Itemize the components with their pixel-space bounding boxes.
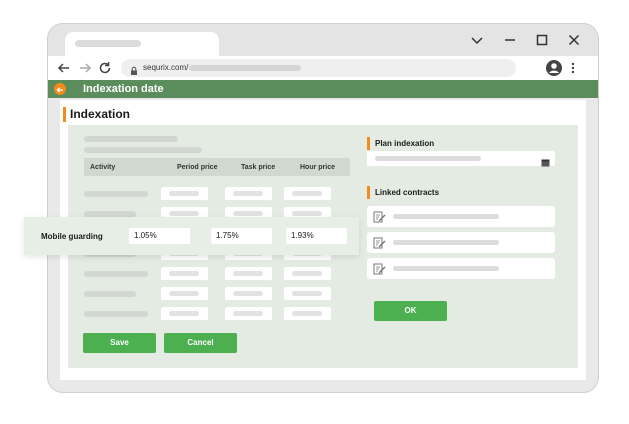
price-placeholder — [292, 311, 322, 316]
hour-price-input[interactable]: 1.93% — [286, 228, 347, 244]
account-icon[interactable] — [545, 59, 563, 77]
column-header-task-price: Task price — [241, 164, 276, 171]
forward-arrow-icon[interactable] — [76, 59, 94, 77]
activity-placeholder — [84, 191, 148, 197]
price-placeholder — [292, 271, 322, 276]
column-header-period-price: Period price — [177, 164, 218, 171]
calendar-icon[interactable] — [541, 154, 550, 167]
date-placeholder — [375, 156, 481, 161]
contract-item[interactable] — [367, 258, 555, 279]
activity-placeholder — [84, 291, 136, 297]
price-placeholder — [292, 291, 322, 296]
save-button[interactable]: Save — [83, 333, 156, 353]
table-header: Activity Period price Task price Hour pr… — [84, 158, 350, 176]
text-placeholder — [84, 147, 202, 153]
price-cell[interactable] — [225, 267, 272, 280]
contract-placeholder — [393, 240, 499, 245]
edit-document-icon — [373, 262, 386, 275]
browser-window: sequrix.com/ Indexation date Indexation … — [47, 23, 599, 393]
activity-name: Mobile guarding — [41, 232, 103, 241]
url-placeholder — [189, 65, 301, 71]
chevron-down-icon[interactable] — [467, 30, 487, 50]
price-cell[interactable] — [284, 287, 331, 300]
header-title: Indexation date — [83, 83, 164, 95]
price-cell[interactable] — [225, 307, 272, 320]
reload-icon[interactable] — [96, 59, 114, 77]
price-cell[interactable] — [161, 307, 208, 320]
app-header: Indexation date — [48, 80, 598, 98]
tab-bar — [48, 24, 598, 56]
price-cell[interactable] — [284, 267, 331, 280]
contract-item[interactable] — [367, 232, 555, 253]
browser-tab[interactable] — [65, 32, 219, 56]
price-placeholder — [169, 211, 199, 216]
ok-button[interactable]: OK — [374, 301, 447, 321]
period-price-input[interactable]: 1.05% — [129, 228, 190, 244]
contract-placeholder — [393, 214, 499, 219]
price-cell[interactable] — [161, 267, 208, 280]
browser-toolbar: sequrix.com/ — [48, 56, 598, 80]
contract-placeholder — [393, 266, 499, 271]
edit-document-icon — [373, 210, 386, 223]
price-placeholder — [233, 191, 263, 196]
price-placeholder — [292, 191, 322, 196]
back-arrow-icon[interactable] — [54, 83, 66, 95]
price-placeholder — [233, 211, 263, 216]
price-cell[interactable] — [284, 187, 331, 200]
section-accent — [367, 186, 370, 199]
activity-placeholder — [84, 311, 148, 317]
maximize-icon[interactable] — [532, 30, 552, 50]
price-cell[interactable] — [225, 287, 272, 300]
price-placeholder — [233, 291, 263, 296]
address-bar[interactable]: sequrix.com/ — [121, 59, 516, 77]
price-placeholder — [169, 271, 199, 276]
more-vert-icon[interactable] — [569, 60, 577, 76]
task-price-input[interactable]: 1.75% — [211, 228, 272, 244]
text-placeholder — [84, 136, 178, 142]
column-header-hour-price: Hour price — [300, 164, 336, 171]
price-placeholder — [169, 191, 199, 196]
edit-document-icon — [373, 236, 386, 249]
price-placeholder — [169, 311, 199, 316]
linked-contracts-title: Linked contracts — [375, 188, 440, 197]
column-header-activity: Activity — [90, 164, 116, 171]
title-accent — [63, 107, 66, 122]
minimize-icon[interactable] — [500, 30, 520, 50]
section-accent — [367, 137, 370, 150]
cancel-button[interactable]: Cancel — [164, 333, 237, 353]
price-cell[interactable] — [161, 287, 208, 300]
plan-indexation-title: Plan indexation — [375, 139, 435, 148]
price-cell[interactable] — [284, 307, 331, 320]
price-placeholder — [233, 271, 263, 276]
lock-icon — [129, 63, 139, 75]
activity-row-popup: Mobile guarding 1.05% 1.75% 1.93% — [24, 217, 359, 255]
price-cell[interactable] — [225, 187, 272, 200]
back-arrow-icon[interactable] — [55, 59, 73, 77]
tab-title-placeholder — [75, 40, 141, 47]
page-title: Indexation — [70, 107, 131, 121]
activity-placeholder — [84, 271, 148, 277]
url-text: sequrix.com/ — [143, 63, 189, 72]
date-input[interactable] — [367, 151, 555, 167]
price-placeholder — [292, 211, 322, 216]
price-placeholder — [169, 291, 199, 296]
close-icon[interactable] — [564, 30, 584, 50]
contract-item[interactable] — [367, 206, 555, 227]
price-cell[interactable] — [161, 187, 208, 200]
price-placeholder — [233, 311, 263, 316]
